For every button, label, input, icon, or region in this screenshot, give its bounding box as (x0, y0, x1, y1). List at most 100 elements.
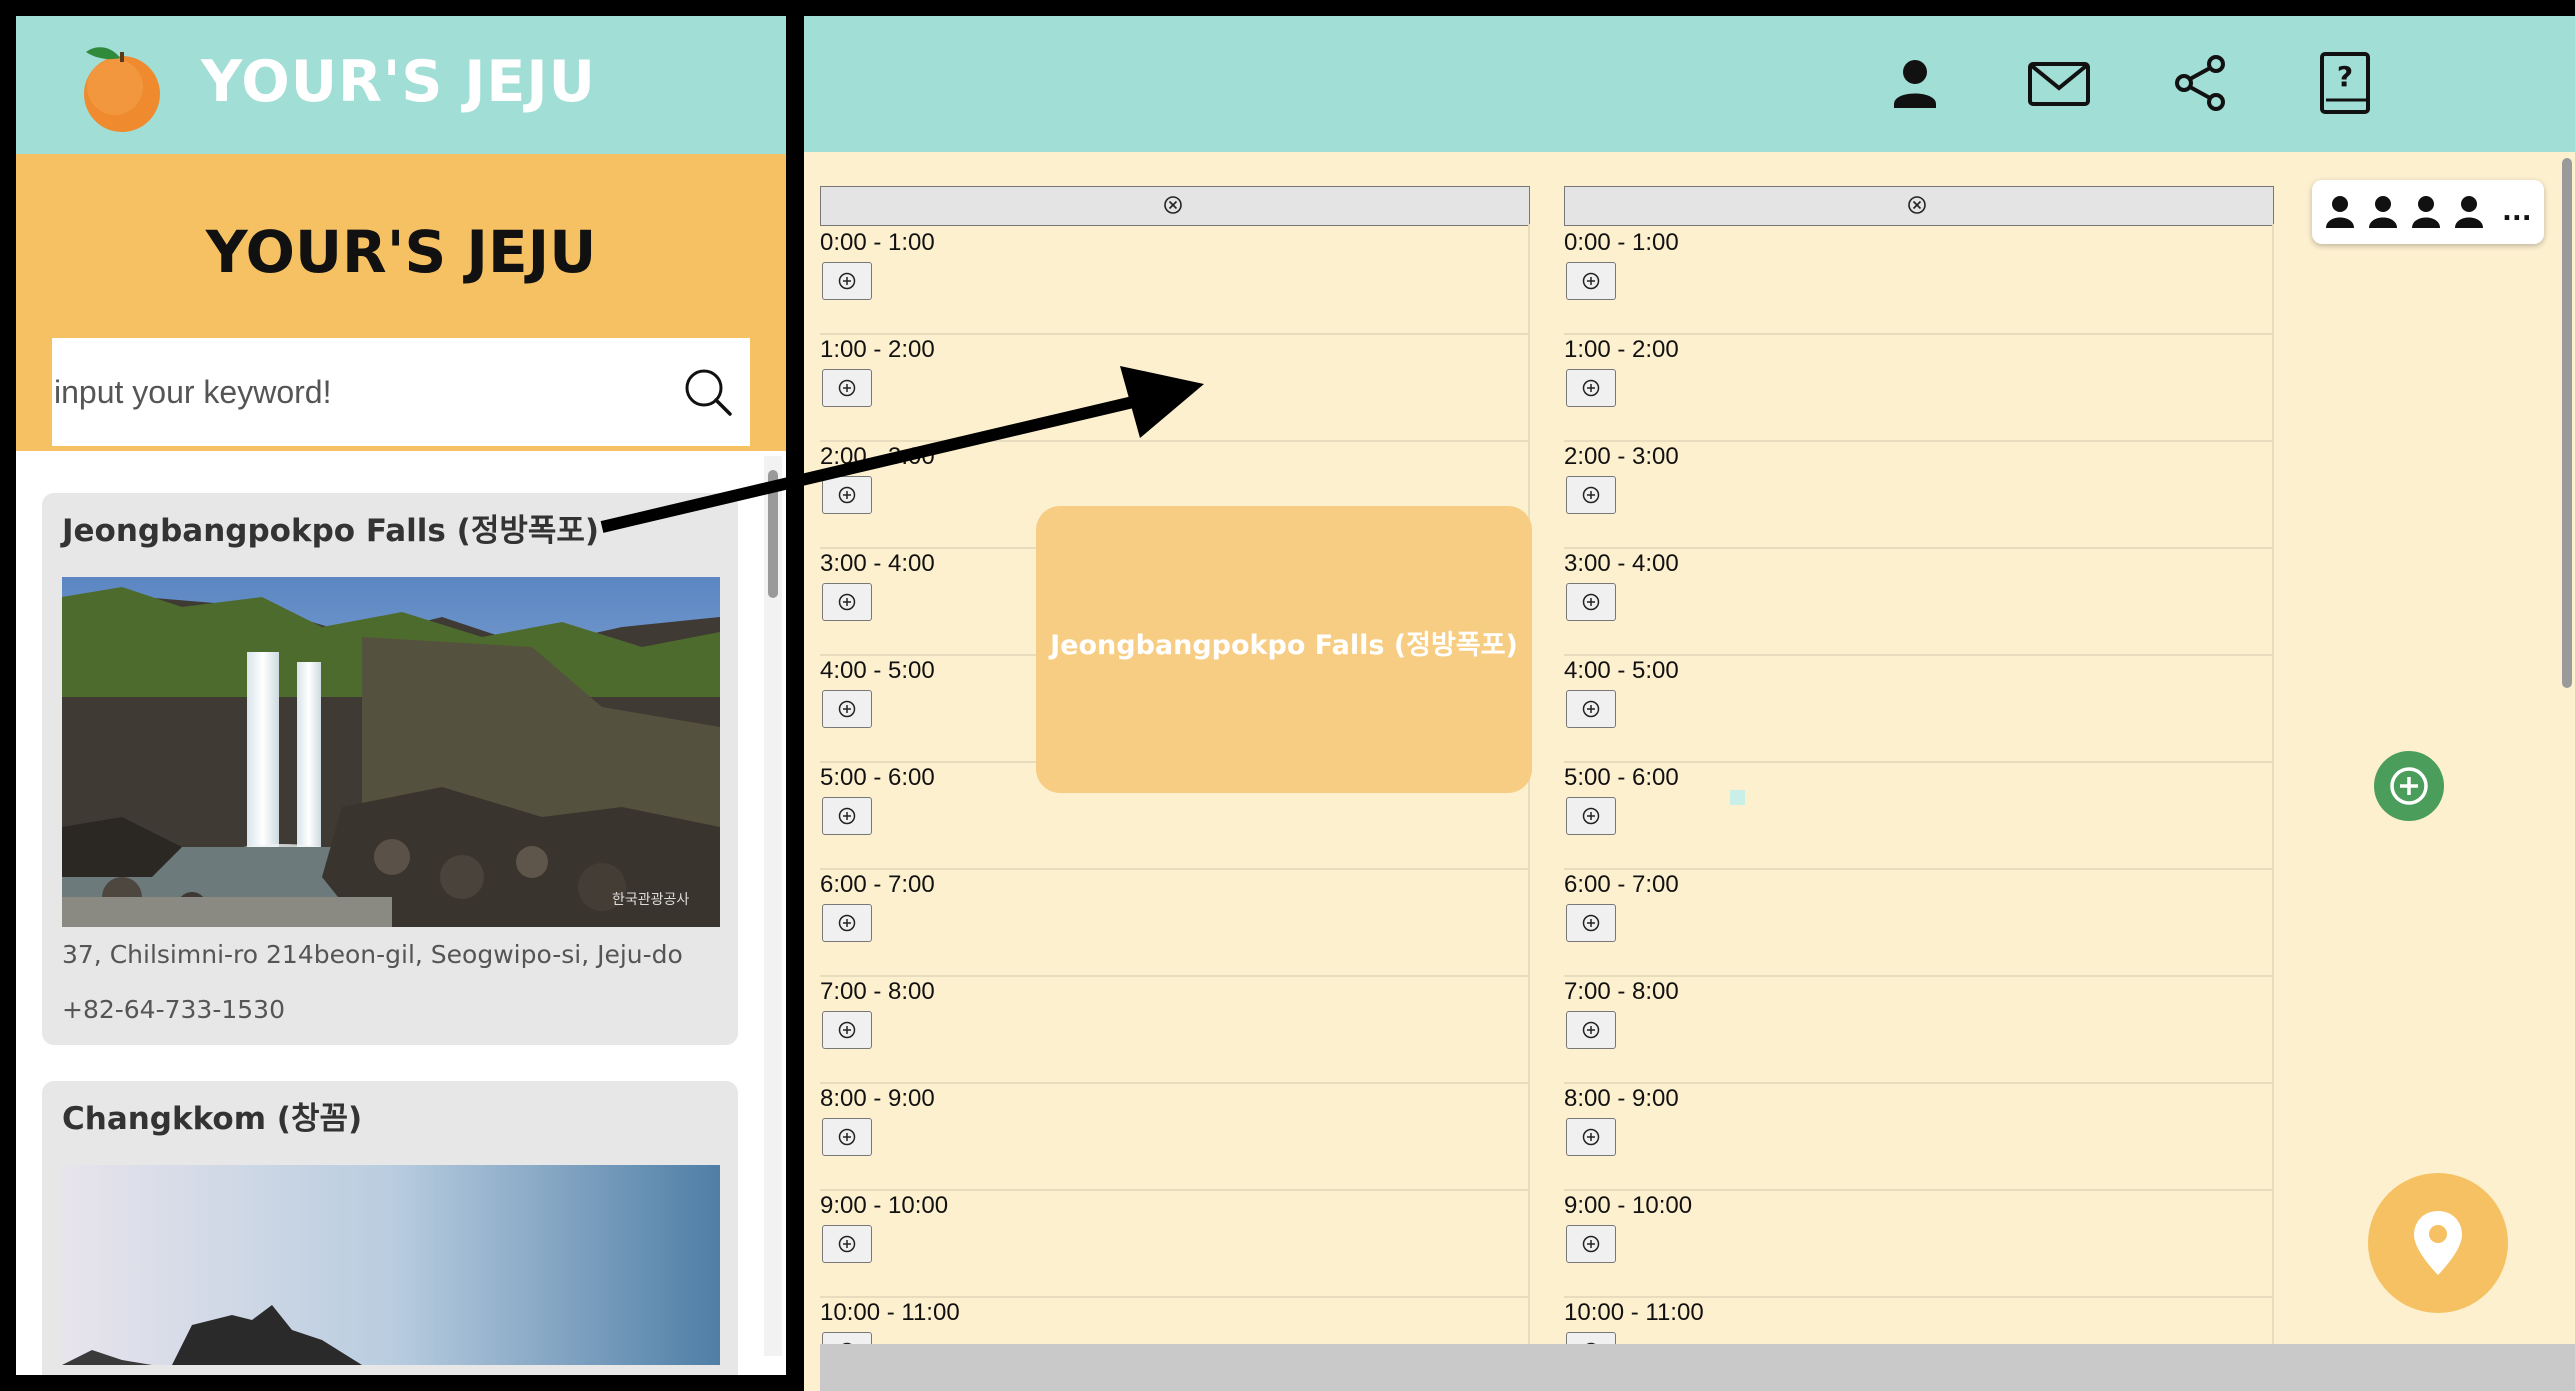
more-members[interactable]: ... (2502, 198, 2532, 226)
time-slot-label: 2:00 - 3:00 (1564, 443, 1679, 470)
time-slot: 0:00 - 1:00 (1564, 226, 2272, 335)
add-slot-button[interactable] (1566, 1011, 1616, 1049)
brand-title[interactable]: YOUR'S JEJU (201, 46, 596, 118)
plus-circle-icon (838, 700, 856, 718)
add-slot-button[interactable] (1566, 904, 1616, 942)
time-slot-label: 1:00 - 2:00 (1564, 336, 1679, 363)
add-slot-button[interactable] (1566, 262, 1616, 300)
time-slot-label: 3:00 - 4:00 (820, 550, 935, 577)
add-slot-button[interactable] (822, 1011, 872, 1049)
time-slot-label: 10:00 - 11:00 (1564, 1299, 1704, 1326)
search-hero: YOUR'S JEJU (16, 154, 786, 451)
search-input[interactable] (54, 338, 654, 446)
add-slot-button[interactable] (1566, 690, 1616, 728)
time-slot: 6:00 - 7:00 (820, 868, 1528, 977)
plus-circle-icon (838, 272, 856, 290)
plus-circle-icon (838, 914, 856, 932)
column-divider (2272, 224, 2274, 1374)
plus-circle-icon (1582, 486, 1600, 504)
add-day-button[interactable] (2374, 751, 2444, 821)
dragged-event-block[interactable]: Jeongbangpokpo Falls (정방폭포) (1036, 506, 1745, 805)
place-phone: +82-64-733-1530 (62, 995, 285, 1024)
help-book-icon[interactable]: ? (2310, 48, 2380, 118)
time-slot-label: 9:00 - 10:00 (820, 1192, 949, 1219)
time-slot: 8:00 - 9:00 (820, 1082, 1528, 1191)
time-slot: 1:00 - 2:00 (1564, 333, 2272, 442)
plus-circle-icon (2390, 767, 2428, 805)
add-slot-button[interactable] (822, 476, 872, 514)
add-slot-button[interactable] (822, 904, 872, 942)
schedule-scrollbar-thumb[interactable] (2562, 158, 2572, 688)
place-card[interactable]: Jeongbangpokpo Falls (정방폭포) 한국관광공사 37, C… (42, 493, 738, 1045)
plus-circle-icon (838, 1021, 856, 1039)
column-header[interactable] (820, 186, 1530, 226)
plus-circle-icon (1582, 914, 1600, 932)
plus-circle-icon (1582, 379, 1600, 397)
plus-circle-icon (838, 379, 856, 397)
add-slot-button[interactable] (822, 797, 872, 835)
place-name: Changkkom (창꼼) (62, 1101, 363, 1137)
time-slot: 0:00 - 1:00 (820, 226, 1528, 335)
add-slot-button[interactable] (822, 1225, 872, 1263)
plus-circle-icon (838, 486, 856, 504)
time-slot: 9:00 - 10:00 (820, 1189, 1528, 1298)
members-widget[interactable]: ... (2312, 180, 2544, 244)
add-slot-button[interactable] (1566, 583, 1616, 621)
plus-circle-icon (1582, 807, 1600, 825)
user-icon[interactable] (1880, 48, 1950, 118)
image-watermark: 한국관광공사 (612, 892, 690, 908)
plus-circle-icon (1582, 272, 1600, 290)
time-slot: 8:00 - 9:00 (1564, 1082, 2272, 1191)
add-slot-button[interactable] (822, 690, 872, 728)
plus-circle-icon (838, 1128, 856, 1146)
time-slot-label: 2:00 - 3:00 (820, 443, 935, 470)
top-bar: YOUR'S JEJU (16, 16, 786, 154)
plus-circle-icon (1582, 593, 1600, 611)
members-icon (2326, 196, 2483, 228)
add-slot-button[interactable] (1566, 1118, 1616, 1156)
mail-icon[interactable] (2024, 48, 2094, 118)
time-slot-label: 7:00 - 8:00 (1564, 978, 1679, 1005)
search-icon[interactable] (682, 366, 734, 418)
add-slot-button[interactable] (822, 369, 872, 407)
event-title: Jeongbangpokpo Falls (정방폭포) (1050, 630, 1518, 661)
share-icon[interactable] (2166, 48, 2236, 118)
add-slot-button[interactable] (1566, 797, 1616, 835)
column-divider (1528, 224, 1530, 1374)
plus-circle-icon (1582, 1021, 1600, 1039)
add-slot-button[interactable] (822, 1118, 872, 1156)
add-slot-button[interactable] (1566, 1225, 1616, 1263)
time-slot-label: 0:00 - 1:00 (1564, 229, 1679, 256)
place-card[interactable]: Changkkom (창꼼) (42, 1081, 738, 1375)
close-column-icon[interactable] (1906, 194, 1928, 216)
place-address: 37, Chilsimni-ro 214beon-gil, Seogwipo-s… (62, 940, 683, 969)
tangerine-logo-icon (84, 47, 160, 132)
plus-circle-icon (1582, 700, 1600, 718)
horizontal-scrollbar[interactable] (820, 1344, 2575, 1391)
plus-circle-icon (838, 593, 856, 611)
time-slot-label: 1:00 - 2:00 (820, 336, 935, 363)
list-scrollbar-thumb[interactable] (768, 470, 778, 598)
time-slot: 6:00 - 7:00 (1564, 868, 2272, 977)
landscape-photo (62, 1165, 720, 1365)
add-slot-button[interactable] (1566, 476, 1616, 514)
time-slot-label: 3:00 - 4:00 (1564, 550, 1679, 577)
column-header[interactable] (1564, 186, 2274, 226)
time-slot-label: 9:00 - 10:00 (1564, 1192, 1693, 1219)
add-slot-button[interactable] (1566, 369, 1616, 407)
time-slot: 3:00 - 4:00 (1564, 547, 2272, 656)
time-slot-label: 10:00 - 11:00 (820, 1299, 960, 1326)
plus-circle-icon (838, 1235, 856, 1253)
add-slot-button[interactable] (822, 583, 872, 621)
time-slot-label: 8:00 - 9:00 (1564, 1085, 1679, 1112)
place-list: Jeongbangpokpo Falls (정방폭포) 한국관광공사 37, C… (16, 451, 786, 1375)
map-button[interactable] (2368, 1173, 2508, 1313)
time-slot: 7:00 - 8:00 (820, 975, 1528, 1084)
time-slot: 5:00 - 6:00 (1564, 761, 2272, 870)
right-top-bar: ? (804, 16, 2575, 152)
close-column-icon[interactable] (1162, 194, 1184, 216)
add-slot-button[interactable] (822, 262, 872, 300)
search-box (52, 338, 750, 446)
schedule-panel: ? 0:00 - 1:00 1:00 - 2:00 2:00 - 3:00 3:00 … (804, 16, 2575, 1391)
time-slot-label: 5:00 - 6:00 (1564, 764, 1679, 791)
